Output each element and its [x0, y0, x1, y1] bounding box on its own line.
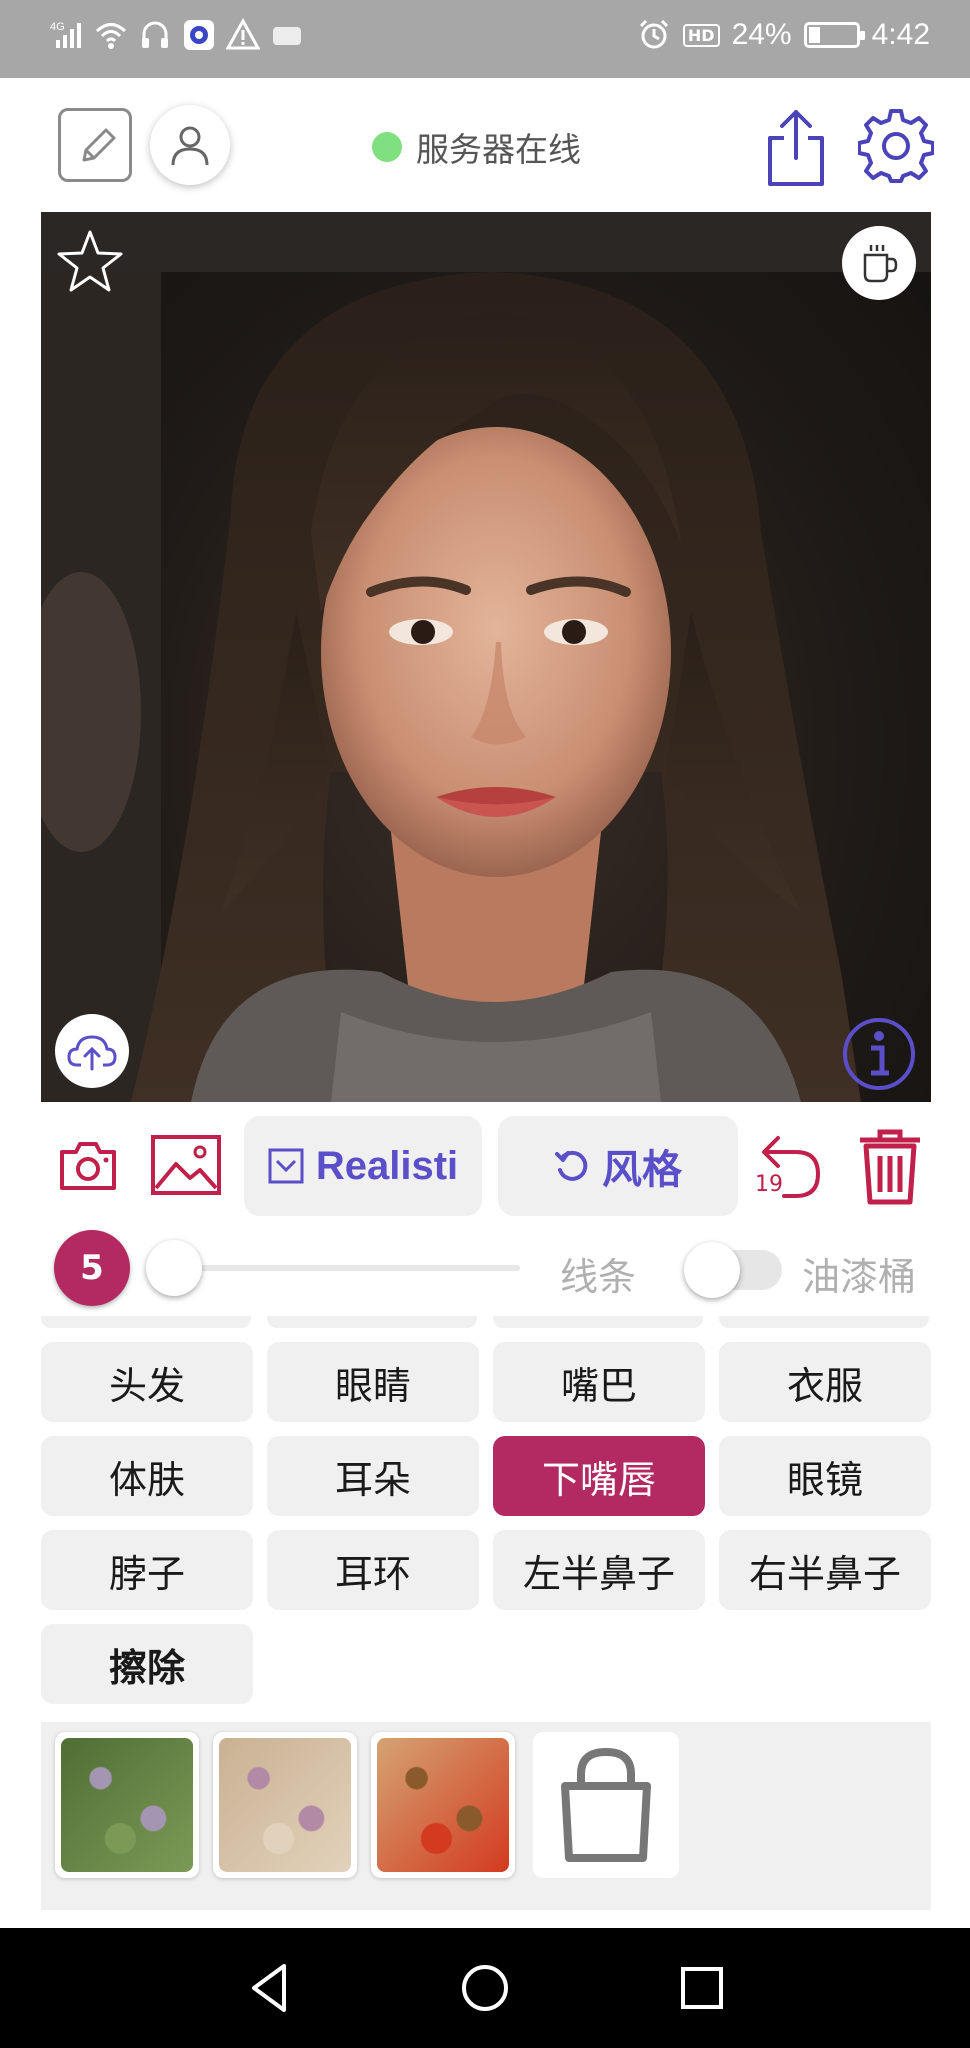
texture-shop-button[interactable]: [533, 1732, 679, 1878]
info-icon: [843, 1018, 915, 1090]
status-dot: [372, 132, 402, 162]
dropdown-box-icon: [268, 1148, 304, 1184]
style-select-button[interactable]: Realisti: [244, 1116, 482, 1216]
category-button[interactable]: 擦除: [41, 1624, 253, 1704]
slider-handle[interactable]: [146, 1240, 202, 1296]
restyle-label: 风格: [602, 1148, 682, 1192]
hd-badge: HD: [682, 23, 720, 47]
category-button[interactable]: 耳环: [267, 1530, 479, 1610]
line-mode-label: 线条: [560, 1255, 637, 1299]
recents-button[interactable]: [672, 1958, 732, 2018]
status-bar: 4G HD 24% 4:42: [0, 0, 970, 78]
undo-count: 19: [755, 1172, 783, 1197]
scrolled-row-edge: [41, 1316, 251, 1328]
texture-swatch: [377, 1738, 509, 1872]
trash-icon: [860, 1129, 920, 1205]
category-button[interactable]: 嘴巴: [493, 1342, 705, 1422]
portrait-illustration: [41, 212, 931, 1102]
alarm-icon: [637, 18, 671, 52]
brush-controls: 5 线条 油漆桶: [0, 1220, 970, 1316]
profile-button[interactable]: [150, 105, 230, 185]
texture-beige[interactable]: [213, 1732, 357, 1878]
status-left: 4G: [50, 17, 304, 52]
headphones-icon: [138, 18, 172, 52]
portrait-canvas[interactable]: [41, 212, 931, 1102]
navigation-bar: [0, 1928, 970, 2048]
scrolled-row-edge: [493, 1316, 703, 1328]
restyle-button[interactable]: 风格: [498, 1116, 738, 1216]
share-button[interactable]: [762, 108, 830, 188]
category-button[interactable]: 耳朵: [267, 1436, 479, 1516]
warning-icon: [225, 17, 261, 52]
favorite-button[interactable]: [55, 226, 125, 296]
texture-swatch: [61, 1738, 193, 1872]
share-icon: [768, 110, 824, 186]
category-button[interactable]: 脖子: [41, 1530, 253, 1610]
star-icon: [57, 230, 123, 292]
coffee-button[interactable]: [842, 226, 916, 300]
recents-square-icon: [681, 1967, 723, 2009]
server-status: 服务器在线: [372, 123, 581, 171]
coffee-cup-icon: [863, 245, 898, 283]
category-button[interactable]: 眼镜: [719, 1436, 931, 1516]
category-button[interactable]: 头发: [41, 1342, 253, 1422]
back-button[interactable]: [240, 1958, 300, 2018]
texture-tray: [41, 1722, 931, 1910]
server-status-text: 服务器在线: [416, 130, 581, 169]
category-button[interactable]: 衣服: [719, 1342, 931, 1422]
texture-red[interactable]: [371, 1732, 515, 1878]
brush-size-slider[interactable]: [160, 1265, 520, 1271]
style-label: Realisti: [315, 1143, 459, 1188]
bucket-mode-label: 油漆桶: [802, 1255, 917, 1299]
svg-text:4G: 4G: [50, 21, 65, 33]
shopping-bag-icon: [561, 1747, 651, 1862]
pencil-square-icon: [82, 128, 116, 162]
delete-button[interactable]: [856, 1126, 924, 1206]
user-icon: [171, 126, 209, 166]
category-button[interactable]: 左半鼻子: [493, 1530, 705, 1610]
gallery-button[interactable]: [150, 1132, 222, 1198]
refresh-icon: [555, 1150, 588, 1181]
camera-icon: [60, 1142, 116, 1190]
home-circle-icon: [462, 1965, 508, 2011]
category-button[interactable]: 右半鼻子: [719, 1530, 931, 1610]
info-button[interactable]: [841, 1016, 917, 1092]
clock: 4:42: [871, 18, 930, 51]
mode-toggle-knob[interactable]: [684, 1242, 740, 1298]
status-right: HD 24% 4:42: [637, 18, 930, 52]
signal-icon: 4G: [50, 18, 84, 52]
nfc-icon: [270, 18, 304, 52]
texture-swatch: [219, 1738, 351, 1872]
top-toolbar: 服务器在线: [0, 78, 970, 213]
edit-button[interactable]: [58, 108, 132, 182]
category-button[interactable]: 眼睛: [267, 1342, 479, 1422]
camera-button[interactable]: [56, 1134, 120, 1198]
category-button[interactable]: 体肤: [41, 1436, 253, 1516]
app-notification-icon: [182, 18, 216, 52]
upload-button[interactable]: [55, 1014, 129, 1088]
back-triangle-icon: [252, 1964, 286, 2012]
brush-size-indicator[interactable]: 5: [54, 1230, 130, 1306]
image-icon: [151, 1135, 221, 1195]
category-button[interactable]: 下嘴唇: [493, 1436, 705, 1516]
gear-icon: [858, 109, 934, 183]
action-row: Realisti 风格 19: [0, 1112, 970, 1220]
scrolled-row-edge: [267, 1316, 477, 1328]
battery-percent: 24%: [731, 18, 792, 51]
cloud-upload-icon: [67, 1035, 117, 1071]
battery-icon: [803, 22, 865, 48]
wifi-icon: [94, 18, 128, 52]
scrolled-row-edge: [719, 1316, 929, 1328]
home-button[interactable]: [455, 1958, 515, 2018]
segment-category-grid: 头发 眼睛 嘴巴 衣服体肤 耳朵 下嘴唇 眼镜脖子 耳环 左半鼻子 右半鼻子擦除: [41, 1316, 931, 1716]
texture-green[interactable]: [55, 1732, 199, 1878]
settings-button[interactable]: [858, 108, 934, 184]
